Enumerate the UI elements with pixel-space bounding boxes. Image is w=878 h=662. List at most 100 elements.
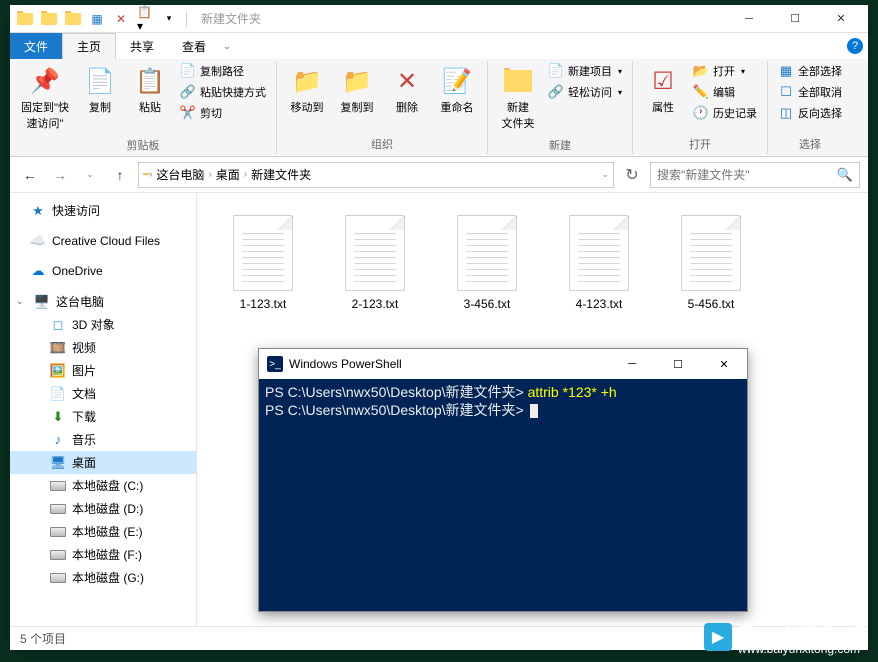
watermark: ▶ 白云一键重装系统 www.baiyunxitong.com — [704, 618, 866, 656]
organize-label: 组织 — [283, 134, 481, 154]
delete-icon: ✕ — [391, 65, 423, 97]
edit-icon: ✏️ — [693, 84, 709, 100]
tree-documents[interactable]: 📄文档 — [10, 382, 196, 405]
select-all-qat[interactable]: ▦ — [89, 11, 105, 27]
tab-view[interactable]: 查看 — [168, 33, 220, 59]
easyaccess-button[interactable]: 🔗轻松访问▾ — [544, 82, 626, 102]
file-item[interactable]: 3-456.txt — [431, 207, 543, 319]
moveto-button[interactable]: 📁移动到 — [283, 61, 331, 119]
cut-button[interactable]: ✂️剪切 — [176, 103, 270, 123]
delete-button[interactable]: ✕删除 — [383, 61, 431, 119]
music-icon: ♪ — [50, 432, 66, 448]
newfolder-button[interactable]: 新建 文件夹 — [494, 61, 542, 135]
ps-maximize-button[interactable]: ☐ — [655, 349, 701, 379]
tree-creativecloud[interactable]: ☁️Creative Cloud Files — [10, 230, 196, 252]
tree-music[interactable]: ♪音乐 — [10, 428, 196, 451]
tree-disk-c[interactable]: 本地磁盘 (C:) — [10, 474, 196, 497]
tab-home[interactable]: 主页 — [62, 33, 116, 59]
delete-qat[interactable]: ✕ — [113, 11, 129, 27]
item-count: 5 个项目 — [20, 630, 66, 647]
search-icon[interactable]: 🔍 — [837, 167, 853, 183]
close-button[interactable]: ✕ — [818, 5, 864, 33]
onedrive-icon: ☁ — [30, 263, 46, 279]
selectnone-button[interactable]: ☐全部取消 — [774, 82, 846, 102]
copypath-button[interactable]: 📄复制路径 — [176, 61, 270, 81]
pin-icon: 📌 — [29, 65, 61, 97]
minimize-button[interactable]: ─ — [726, 5, 772, 33]
ps-terminal[interactable]: PS C:\Users\nwx50\Desktop\新建文件夹> attrib … — [259, 379, 747, 611]
ps-title: Windows PowerShell — [289, 357, 402, 371]
edit-button[interactable]: ✏️编辑 — [689, 82, 761, 102]
qat-dropdown[interactable]: ▾ — [161, 11, 177, 27]
tree-videos[interactable]: 🎞️视频 — [10, 336, 196, 359]
ps-titlebar[interactable]: >_ Windows PowerShell ─ ☐ ✕ — [259, 349, 747, 379]
pasteshortcut-button[interactable]: 🔗粘贴快捷方式 — [176, 82, 270, 102]
refresh-button[interactable]: ↻ — [620, 163, 644, 187]
disk-icon — [50, 524, 66, 540]
tree-downloads[interactable]: ⬇下载 — [10, 405, 196, 428]
paste-qat[interactable]: 📋▾ — [137, 11, 153, 27]
file-item[interactable]: 2-123.txt — [319, 207, 431, 319]
tab-file[interactable]: 文件 — [10, 33, 62, 59]
watermark-icon: ▶ — [704, 623, 732, 651]
ribbon: 📌固定到"快 速访问" 📄复制 📋粘贴 📄复制路径 🔗粘贴快捷方式 ✂️剪切 剪… — [10, 59, 868, 157]
invertselect-button[interactable]: ◫反向选择 — [774, 103, 846, 123]
tree-disk-e[interactable]: 本地磁盘 (E:) — [10, 520, 196, 543]
disk-icon — [50, 547, 66, 563]
properties-button[interactable]: ☑属性 — [639, 61, 687, 119]
open-label: 打开 — [639, 134, 761, 154]
copy-button[interactable]: 📄复制 — [76, 61, 124, 119]
address-box[interactable]: › 这台电脑 › 桌面 › 新建文件夹 ⌄ — [138, 162, 614, 188]
tree-thispc[interactable]: ⌄🖥️这台电脑 — [10, 290, 196, 313]
disk-icon — [50, 501, 66, 517]
newitem-button[interactable]: 📄新建项目▾ — [544, 61, 626, 81]
open-button[interactable]: 📂打开▾ — [689, 61, 761, 81]
downloads-icon: ⬇ — [50, 409, 66, 425]
selectall-button[interactable]: ▦全部选择 — [774, 61, 846, 81]
tree-disk-g[interactable]: 本地磁盘 (G:) — [10, 566, 196, 589]
tree-desktop[interactable]: 🖥桌面 — [10, 451, 196, 474]
file-item[interactable]: 5-456.txt — [655, 207, 767, 319]
forward-button[interactable]: → — [48, 163, 72, 187]
file-item[interactable]: 4-123.txt — [543, 207, 655, 319]
new-folder-qat[interactable] — [65, 11, 81, 27]
ps-close-button[interactable]: ✕ — [701, 349, 747, 379]
tree-onedrive[interactable]: ☁OneDrive — [10, 260, 196, 282]
tree-3dobjects[interactable]: ◻3D 对象 — [10, 313, 196, 336]
open-icon: 📂 — [693, 63, 709, 79]
copy-icon: 📄 — [84, 65, 116, 97]
copyto-button[interactable]: 📁复制到 — [333, 61, 381, 119]
addr-dropdown[interactable]: ⌄ — [601, 169, 609, 180]
navigation-pane[interactable]: ★快速访问 ☁️Creative Cloud Files ☁OneDrive ⌄… — [10, 193, 197, 626]
breadcrumb-folder[interactable]: 新建文件夹 — [251, 166, 311, 183]
newfolder-icon — [502, 65, 534, 97]
breadcrumb-thispc[interactable]: 这台电脑 — [156, 166, 204, 183]
breadcrumb-desktop[interactable]: 桌面 — [216, 166, 240, 183]
tree-quickaccess[interactable]: ★快速访问 — [10, 199, 196, 222]
clipboard-label: 剪贴板 — [16, 135, 270, 155]
up-button[interactable]: ↑ — [108, 163, 132, 187]
star-icon: ★ — [30, 203, 46, 219]
tree-pictures[interactable]: 🖼️图片 — [10, 359, 196, 382]
paste-button[interactable]: 📋粘贴 — [126, 61, 174, 119]
desktop-icon: 🖥 — [50, 455, 66, 471]
history-button[interactable]: 🕐历史记录 — [689, 103, 761, 123]
search-input[interactable] — [657, 168, 837, 182]
cut-icon: ✂️ — [180, 105, 196, 121]
maximize-button[interactable]: ☐ — [772, 5, 818, 33]
ribbon-minimize[interactable]: ⌄ — [220, 33, 234, 59]
back-button[interactable]: ← — [18, 163, 42, 187]
search-box[interactable]: 🔍 — [650, 162, 860, 188]
folder-icon-2[interactable] — [41, 11, 57, 27]
file-item[interactable]: 1-123.txt — [207, 207, 319, 319]
help-button[interactable]: ? — [842, 33, 868, 59]
tree-disk-f[interactable]: 本地磁盘 (F:) — [10, 543, 196, 566]
rename-button[interactable]: 📝重命名 — [433, 61, 481, 119]
tab-share[interactable]: 共享 — [116, 33, 168, 59]
copyto-icon: 📁 — [341, 65, 373, 97]
tree-disk-d[interactable]: 本地磁盘 (D:) — [10, 497, 196, 520]
pin-button[interactable]: 📌固定到"快 速访问" — [16, 61, 74, 135]
watermark-text: 白云一键重装系统 — [738, 624, 866, 641]
recent-dropdown[interactable]: ⌄ — [78, 163, 102, 187]
ps-minimize-button[interactable]: ─ — [609, 349, 655, 379]
